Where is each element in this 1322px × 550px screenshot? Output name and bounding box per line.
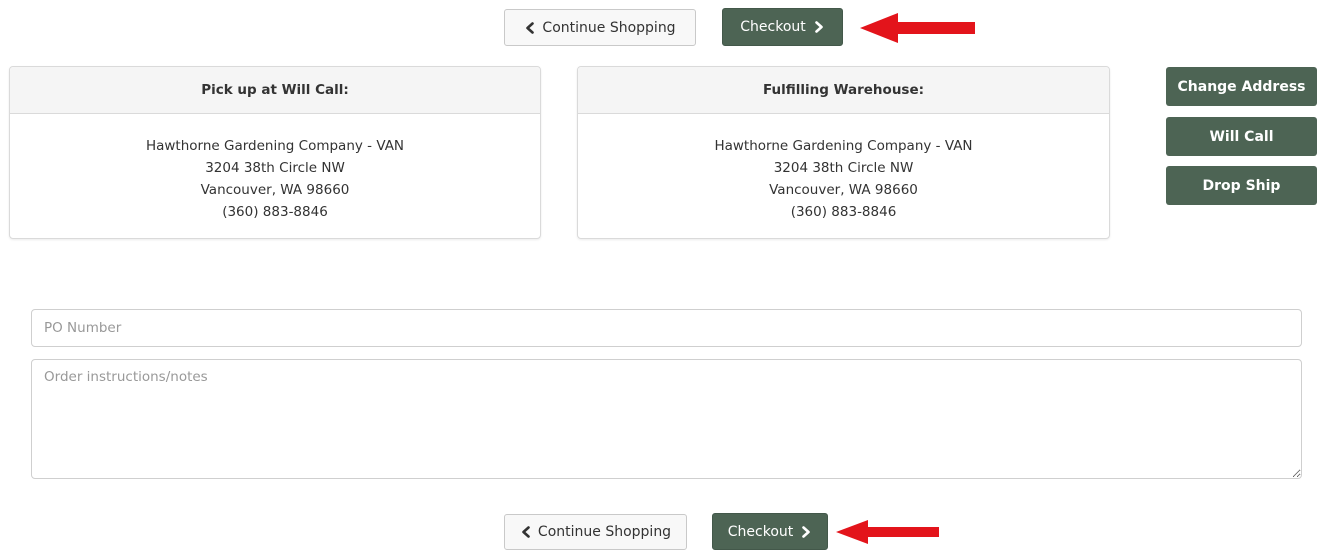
checkout-button[interactable]: Checkout: [722, 8, 843, 46]
continue-shopping-button-bottom[interactable]: Continue Shopping: [504, 514, 687, 550]
checkout-label: Checkout: [740, 19, 806, 35]
continue-shopping-label: Continue Shopping: [537, 524, 672, 540]
chevron-right-icon: [814, 21, 823, 33]
will-call-button[interactable]: Will Call: [1166, 117, 1317, 156]
warehouse-city: Vancouver, WA 98660: [769, 182, 918, 198]
checkout-label: Checkout: [727, 523, 794, 540]
chevron-right-icon: [802, 525, 811, 538]
continue-shopping-label: Continue Shopping: [542, 19, 676, 36]
pickup-city: Vancouver, WA 98660: [200, 182, 350, 198]
pickup-company: Hawthorne Gardening Company - VAN: [145, 138, 405, 154]
warehouse-panel: Fulfilling Warehouse: Hawthorne Gardenin…: [577, 66, 1110, 239]
warehouse-address: Hawthorne Gardening Company - VAN 3204 3…: [578, 114, 1109, 223]
chevron-left-icon: [522, 526, 530, 538]
po-number-input[interactable]: [31, 309, 1302, 347]
change-address-button[interactable]: Change Address: [1166, 67, 1317, 106]
warehouse-phone: (360) 883-8846: [790, 204, 897, 220]
pickup-panel: Pick up at Will Call: Hawthorne Gardenin…: [9, 66, 541, 239]
warehouse-company: Hawthorne Gardening Company - VAN: [714, 138, 973, 154]
annotation-arrow-icon: [860, 13, 975, 43]
pickup-street: 3204 38th Circle NW: [205, 160, 345, 176]
pickup-panel-title: Pick up at Will Call:: [10, 67, 540, 114]
order-notes-textarea[interactable]: [31, 359, 1302, 479]
continue-shopping-button[interactable]: Continue Shopping: [504, 9, 696, 46]
warehouse-street: 3204 38th Circle NW: [773, 160, 914, 176]
checkout-button-bottom[interactable]: Checkout: [712, 513, 828, 550]
drop-ship-button[interactable]: Drop Ship: [1166, 166, 1317, 205]
pickup-address: Hawthorne Gardening Company - VAN 3204 3…: [10, 114, 540, 223]
pickup-phone: (360) 883-8846: [222, 204, 328, 220]
warehouse-panel-title: Fulfilling Warehouse:: [578, 67, 1109, 114]
chevron-left-icon: [526, 21, 535, 34]
annotation-arrow-icon: [836, 520, 939, 544]
